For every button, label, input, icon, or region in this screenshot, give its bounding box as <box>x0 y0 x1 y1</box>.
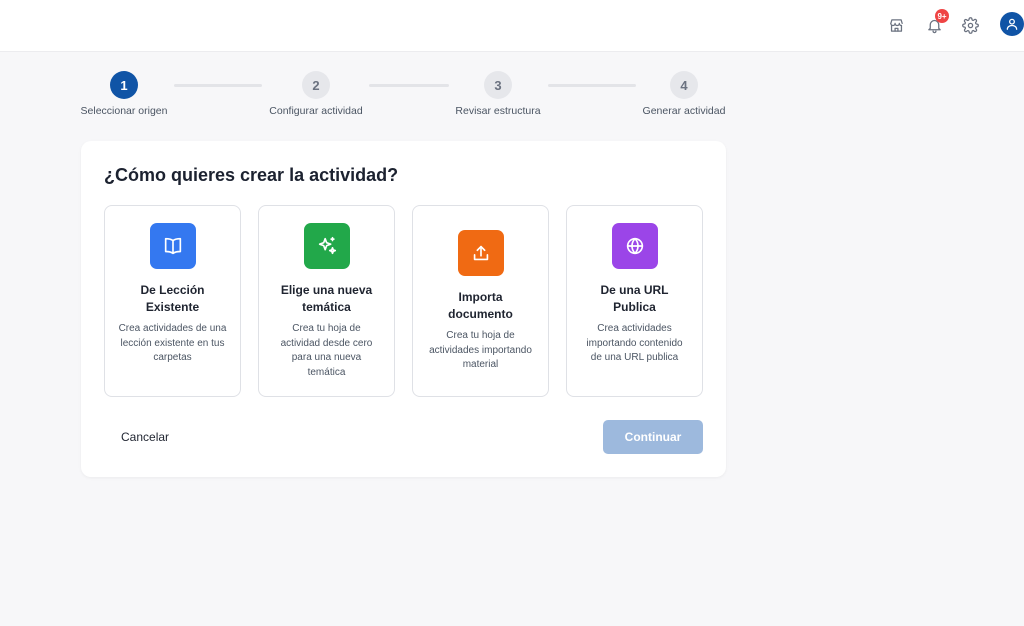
user-avatar[interactable] <box>1000 12 1024 36</box>
bell-icon[interactable]: 9+ <box>921 9 949 38</box>
step-number: 4 <box>670 71 698 99</box>
step-3: 3 Revisar estructura <box>418 71 578 117</box>
step-label: Seleccionar origen <box>80 105 168 117</box>
step-1: 1 Seleccionar origen <box>44 71 204 117</box>
book-icon <box>149 223 196 269</box>
sparkles-icon <box>303 223 350 269</box>
option-import-document[interactable]: Importa documento Crea tu hoja de activi… <box>412 205 549 397</box>
gear-icon[interactable] <box>957 12 983 38</box>
step-4: 4 Generar actividad <box>604 71 764 117</box>
option-description: Crea actividades de una lección existent… <box>118 323 227 363</box>
source-selection-panel: ¿Cómo quieres crear la actividad? De Lec… <box>81 141 726 477</box>
upload-icon <box>457 230 504 276</box>
cancel-button[interactable]: Cancelar <box>121 430 169 444</box>
option-title: Elige una nueva temática <box>280 283 373 314</box>
page-title: ¿Cómo quieres crear la actividad? <box>104 165 399 185</box>
option-public-url[interactable]: De una URL Publica Crea actividades impo… <box>566 205 703 397</box>
continue-button[interactable]: Continuar <box>603 420 703 454</box>
option-description: Crea tu hoja de actividad desde cero par… <box>280 323 373 378</box>
step-label: Revisar estructura <box>455 105 541 117</box>
option-new-topic[interactable]: Elige una nueva temática Crea tu hoja de… <box>258 205 395 397</box>
option-title: Importa documento <box>448 290 513 321</box>
option-title: De Lección Existente <box>140 283 205 314</box>
user-icon <box>1006 18 1018 30</box>
step-label: Generar actividad <box>642 105 726 117</box>
store-icon[interactable] <box>883 12 909 38</box>
step-number: 1 <box>110 71 138 99</box>
option-existing-lesson[interactable]: De Lección Existente Crea actividades de… <box>104 205 241 397</box>
option-description: Crea actividades importando contenido de… <box>586 323 683 363</box>
option-title: De una URL Publica <box>600 283 669 314</box>
globe-icon <box>611 223 658 269</box>
step-number: 2 <box>302 71 330 99</box>
option-description: Crea tu hoja de actividades importando m… <box>429 330 532 370</box>
notification-badge: 9+ <box>935 9 949 23</box>
step-label: Configurar actividad <box>269 105 363 117</box>
top-bar: 9+ <box>0 0 1024 52</box>
step-number: 3 <box>484 71 512 99</box>
step-2: 2 Configurar actividad <box>236 71 396 117</box>
